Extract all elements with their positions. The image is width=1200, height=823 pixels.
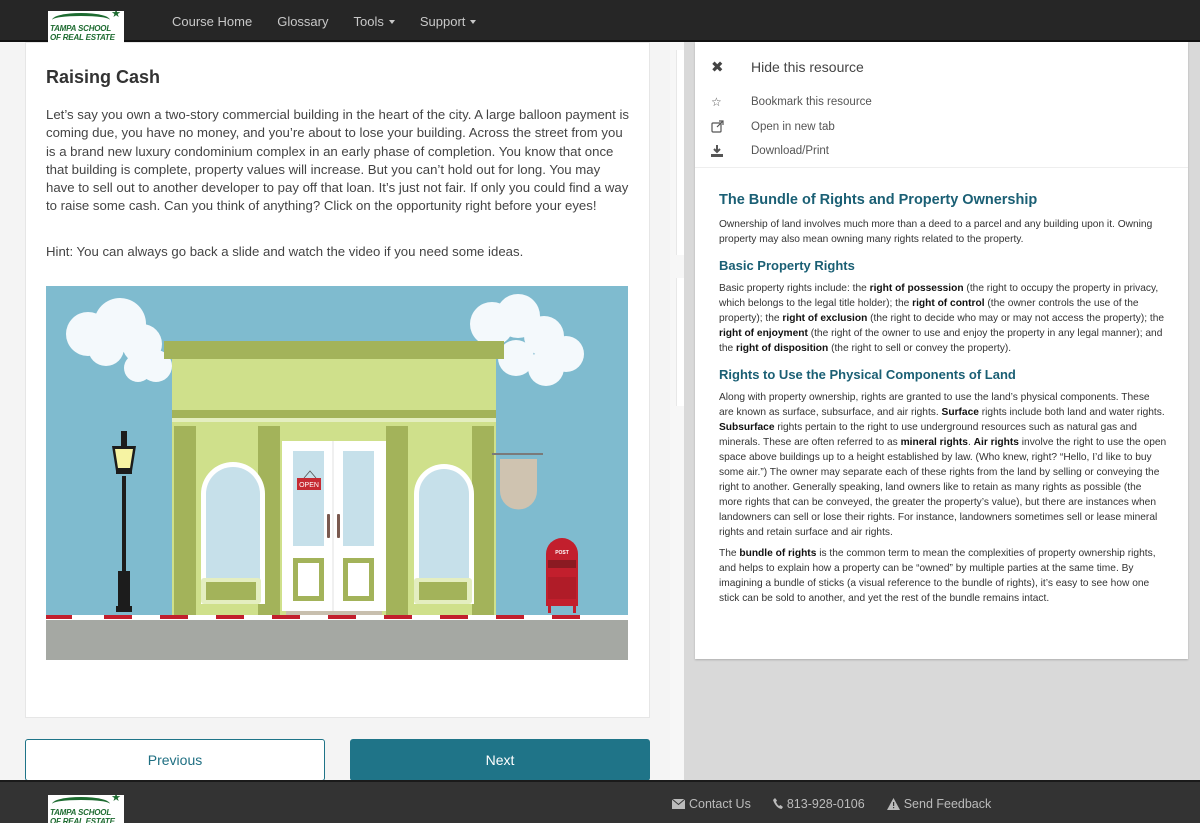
building-band — [172, 410, 496, 418]
caret-down-icon — [470, 20, 477, 25]
contact-us-link[interactable]: Contact Us — [672, 797, 751, 811]
footer: ★ TAMPA SCHOOL OF REAL ESTATE Contact Us… — [0, 780, 1200, 823]
logo-text-line1: TAMPA SCHOOL — [50, 24, 112, 33]
school-logo[interactable]: ★ TAMPA SCHOOL OF REAL ESTATE — [48, 11, 124, 43]
resource-content: The Bundle of Rights and Property Owners… — [719, 192, 1167, 612]
hide-resource-label: Hide this resource — [751, 59, 864, 75]
resource-title: The Bundle of Rights and Property Owners… — [719, 192, 1038, 208]
bold-term: right of control — [912, 298, 985, 309]
text-run: (the right to sell or convey the propert… — [828, 343, 1012, 354]
building-trim — [172, 418, 496, 422]
nav-glossary-label: Glossary — [277, 13, 329, 29]
lesson-hint-text: Hint: You can always go back a slide and… — [46, 244, 524, 259]
section-heading-physical-components: Rights to Use the Physical Components of… — [719, 367, 1016, 382]
panel-right-inner — [419, 582, 467, 600]
storefront-illustration-svg: OPEN POST — [46, 286, 628, 660]
caret-down-icon — [388, 20, 395, 25]
next-button[interactable]: Next — [350, 739, 650, 781]
previous-button[interactable]: Previous — [25, 739, 325, 781]
door-panel-left-inner — [298, 563, 319, 596]
nav-glossary[interactable]: Glossary — [277, 14, 328, 29]
bold-term: right of exclusion — [782, 313, 868, 324]
lesson-title: Raising Cash — [46, 67, 161, 87]
footer-links: Contact Us 813-928-0106 Send Feedback — [672, 782, 1013, 823]
open-sign-text: OPEN — [299, 482, 319, 489]
footer-school-logo[interactable]: ★ TAMPA SCHOOL OF REAL ESTATE — [48, 795, 124, 823]
warning-icon — [886, 797, 900, 810]
main-nav: Course Home Glossary Tools Support — [172, 0, 501, 42]
phone-link[interactable]: 813-928-0106 — [772, 796, 865, 811]
bold-term: Subsurface — [719, 422, 775, 433]
text-run: involve the right to use the open space … — [719, 437, 1167, 538]
download-icon — [711, 145, 751, 157]
lesson-body-text: Let’s say you own a two-story commercial… — [46, 107, 629, 214]
phone-icon — [772, 798, 783, 809]
bold-term: right of possession — [869, 283, 964, 294]
section-heading-basic-rights: Basic Property Rights — [719, 258, 855, 273]
section-text-physical-components: Along with property ownership, rights ar… — [719, 390, 1167, 540]
mailbox-label: POST — [555, 550, 569, 556]
bookmark-resource-button[interactable]: ☆ Bookmark this resource — [711, 95, 872, 109]
door-handle-right — [337, 514, 340, 538]
lesson-card: Raising Cash Let’s say you own a two-sto… — [25, 42, 650, 718]
nav-tools-label: Tools — [353, 13, 384, 29]
background-card — [676, 50, 684, 255]
text-run: (the right to decide who may or may not … — [867, 313, 1165, 324]
window-right-glass — [419, 469, 469, 586]
sidewalk — [46, 620, 628, 660]
door-glass-right — [343, 451, 374, 546]
building-cornice — [164, 341, 504, 359]
background-card — [676, 278, 684, 406]
logo-text-line1: TAMPA SCHOOL — [50, 808, 112, 817]
resource-panel: ✖ Hide this resource ☆ Bookmark this res… — [695, 42, 1188, 659]
bold-term: bundle of rights — [739, 548, 817, 559]
bookmark-resource-label: Bookmark this resource — [751, 96, 872, 108]
bold-term: Air rights — [973, 437, 1019, 448]
hanging-sign — [500, 459, 537, 510]
window-left-glass — [206, 467, 260, 586]
star-icon: ☆ — [711, 95, 722, 109]
text-run: The — [719, 548, 740, 559]
download-print-label: Download/Print — [751, 145, 829, 157]
door-glass-left — [293, 451, 324, 546]
resource-intro: Ownership of land involves much more tha… — [719, 219, 1153, 245]
open-new-tab-button[interactable]: Open in new tab — [711, 120, 835, 133]
contact-us-label: Contact Us — [689, 796, 751, 811]
mailbox[interactable]: POST — [546, 538, 578, 613]
building-upper-facade — [172, 359, 496, 414]
door-handle-left — [327, 514, 330, 538]
nav-support-dropdown[interactable]: Support — [420, 14, 477, 29]
bold-term: right of disposition — [736, 343, 829, 354]
panel-left-inner — [206, 582, 256, 600]
text-run: Basic property rights include: the — [719, 283, 870, 294]
hide-resource-button[interactable]: ✖ Hide this resource — [711, 58, 864, 76]
top-navbar: ★ TAMPA SCHOOL OF REAL ESTATE Course Hom… — [0, 0, 1200, 43]
envelope-icon — [672, 798, 685, 809]
nav-support-label: Support — [419, 13, 466, 29]
storefront-illustration[interactable]: OPEN POST — [46, 286, 628, 660]
logo-star-icon: ★ — [111, 795, 121, 804]
download-print-button[interactable]: Download/Print — [711, 145, 829, 157]
door-panel-right-inner — [348, 563, 369, 596]
logo-text-line2: OF REAL ESTATE — [50, 33, 115, 42]
resource-menu: ✖ Hide this resource ☆ Bookmark this res… — [695, 42, 1188, 168]
bold-term: right of enjoyment — [719, 328, 808, 339]
send-feedback-label: Send Feedback — [903, 796, 992, 811]
bold-term: mineral rights — [900, 437, 968, 448]
bold-term: Surface — [941, 407, 979, 418]
close-icon: ✖ — [711, 59, 724, 76]
text-run: rights include both land and water right… — [978, 407, 1165, 418]
nav-course-home-label: Course Home — [172, 13, 253, 29]
nav-course-home[interactable]: Course Home — [172, 14, 252, 29]
send-feedback-link[interactable]: Send Feedback — [886, 796, 992, 811]
section-text-basic-rights: Basic property rights include: the right… — [719, 281, 1167, 356]
phone-number: 813-928-0106 — [786, 796, 865, 811]
external-link-icon — [711, 120, 751, 133]
open-new-tab-label: Open in new tab — [751, 120, 835, 133]
logo-text-line2: OF REAL ESTATE — [50, 817, 115, 823]
bundle-of-rights-text: The bundle of rights is the common term … — [719, 546, 1167, 606]
logo-star-icon: ★ — [111, 11, 121, 20]
nav-tools-dropdown[interactable]: Tools — [354, 14, 395, 29]
